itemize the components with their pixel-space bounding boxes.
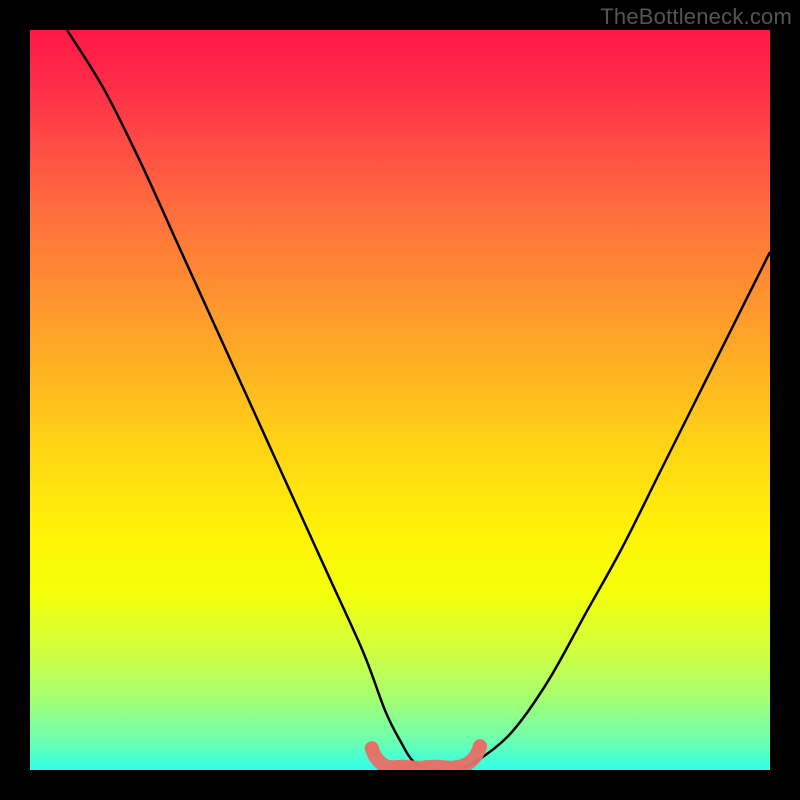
bottleneck-chart [30, 30, 770, 770]
plot-area [30, 30, 770, 770]
chart-frame: TheBottleneck.com [0, 0, 800, 800]
bottleneck-curve-line [67, 30, 770, 770]
watermark-text: TheBottleneck.com [600, 4, 792, 30]
